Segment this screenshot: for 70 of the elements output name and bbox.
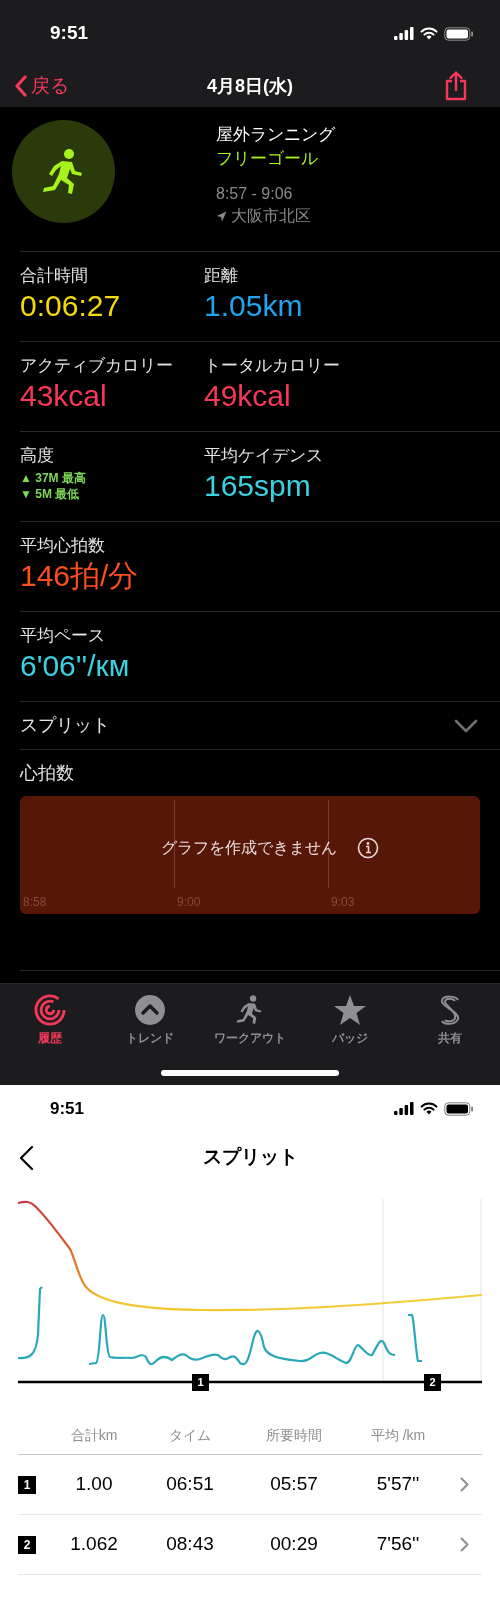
table-cell-text: 08:43 — [165, 1532, 215, 1557]
split-marker: 1 — [192, 1374, 209, 1391]
heart-rate-title: 心拍数 — [20, 762, 75, 785]
stat-label: アクティブカロリー — [20, 355, 174, 377]
stat-label: 合計時間 — [20, 265, 89, 287]
stat-value: 1.05km — [204, 288, 304, 324]
chevron-left-icon — [14, 75, 27, 97]
stat-value: 0:06:27 — [20, 288, 122, 324]
location-arrow-icon — [216, 210, 227, 222]
star-icon — [333, 994, 367, 1026]
time-range: 8:57 - 9:06 — [216, 184, 294, 204]
tab-item[interactable]: バッジ — [300, 984, 400, 1054]
split-row[interactable]: 1 1.00 06:51 05:57 5'57'' — [18, 1455, 482, 1515]
table-cell-text: 06:51 — [165, 1472, 215, 1497]
back-icon[interactable] — [18, 1144, 34, 1171]
location-label: 大阪市北区 — [231, 206, 311, 226]
table-cell-text: 05:57 — [269, 1472, 319, 1497]
column-header: 合計km — [69, 1426, 119, 1445]
tab-item[interactable]: トレンド — [100, 984, 200, 1054]
rings-icon — [33, 994, 67, 1026]
screen-title: スプリット — [202, 1145, 298, 1170]
stat-label: 距離 — [204, 265, 239, 287]
stat-label: トータルカロリー — [204, 355, 341, 377]
elevation-reading: ▼ 5M 最低 — [20, 486, 81, 502]
table-cell-text: 1.00 — [74, 1472, 114, 1497]
stat-value: 165spm — [204, 468, 312, 504]
split-index: 2 — [18, 1535, 36, 1554]
signal-icon — [394, 1102, 414, 1115]
tab-item[interactable]: 履歴 — [0, 984, 100, 1054]
split-marker: 2 — [424, 1374, 441, 1391]
stat-label: 平均ペース — [20, 625, 106, 647]
splits-row[interactable]: スプリット — [20, 702, 500, 750]
split-row[interactable]: 2 1.062 08:43 00:29 7'56'' — [18, 1515, 482, 1575]
chevron-right-icon — [460, 1537, 469, 1552]
table-cell-text: 1.062 — [69, 1532, 119, 1557]
workout-type: 屋外ランニング — [216, 124, 335, 146]
table-cell-text: 7'56'' — [375, 1532, 421, 1557]
column-header: タイム — [168, 1426, 212, 1445]
stat-value: 49kcal — [204, 378, 292, 414]
signal-icon — [394, 27, 414, 40]
battery-icon — [444, 1101, 474, 1116]
chevron-right-icon — [460, 1477, 469, 1492]
chevron-up-circle-icon — [134, 994, 166, 1026]
table-cell-text: 00:29 — [269, 1532, 319, 1557]
info-icon[interactable] — [357, 837, 379, 859]
back-button[interactable]: 戻る — [14, 71, 69, 101]
stat-value: 146拍/分 — [20, 558, 140, 594]
tab-item[interactable]: 共有 — [400, 984, 500, 1054]
chart-message: グラフを作成できません — [161, 838, 337, 858]
battery-icon — [444, 26, 474, 41]
stat-label: 平均心拍数 — [20, 535, 106, 557]
wifi-icon — [420, 27, 438, 40]
status-time: 9:51 — [50, 1097, 85, 1120]
stat-label: 高度 — [20, 445, 55, 467]
stat-value: 43kcal — [20, 378, 108, 414]
column-header: 平均 /km — [369, 1426, 427, 1445]
loop-icon — [438, 994, 462, 1026]
stat-value: 6'06''/км — [20, 648, 131, 684]
stat-label: 平均ケイデンス — [204, 445, 324, 467]
column-header: 所要時間 — [265, 1426, 323, 1445]
tab-item[interactable]: ワークアウト — [200, 984, 300, 1054]
split-index: 1 — [18, 1475, 36, 1494]
wifi-icon — [420, 1102, 438, 1115]
goal-label: フリーゴール — [216, 148, 319, 170]
runner-icon — [236, 994, 264, 1026]
elevation-reading: ▲ 37M 最高 — [20, 470, 87, 486]
status-time: 9:51 — [50, 21, 89, 46]
nav-title: 4月8日(水) — [207, 74, 293, 98]
share-icon[interactable] — [444, 71, 468, 101]
table-cell-text: 5'57'' — [375, 1472, 421, 1497]
